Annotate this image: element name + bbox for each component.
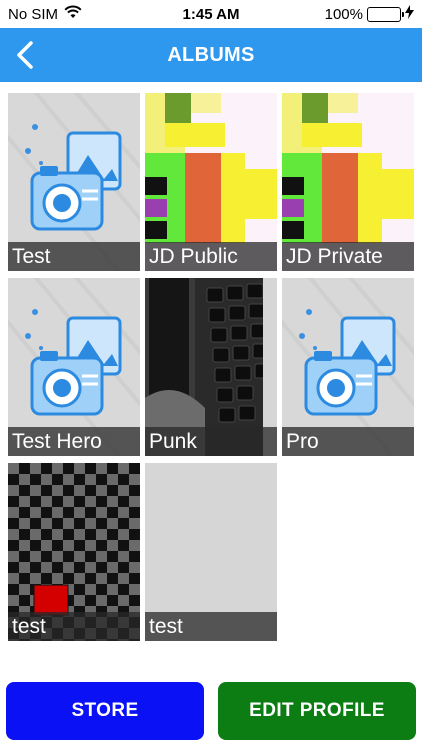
album-tile-test-blank[interactable]: test <box>145 463 277 641</box>
album-tile-jd-public[interactable]: JD Public <box>145 93 277 271</box>
album-title: test <box>8 612 140 641</box>
album-title: Punk <box>145 427 277 456</box>
album-tile-test-checkerboard[interactable]: test <box>8 463 140 641</box>
album-title: JD Private <box>282 242 414 271</box>
navigation-bar: ALBUMS <box>0 28 422 82</box>
album-tile-pro[interactable]: Pro <box>282 278 414 456</box>
page-title: ALBUMS <box>167 43 255 66</box>
battery-icon <box>367 6 404 22</box>
edit-profile-button[interactable]: EDIT PROFILE <box>218 682 416 740</box>
battery-percent: 100% <box>324 5 363 23</box>
carrier-label: No SIM <box>8 5 59 23</box>
back-button[interactable] <box>10 40 40 70</box>
album-title: Test Hero <box>8 427 140 456</box>
album-tile-jd-private[interactable]: JD Private <box>282 93 414 271</box>
album-title: Pro <box>282 427 414 456</box>
album-tile-punk[interactable]: Punk <box>145 278 277 456</box>
album-title: Test <box>8 242 140 271</box>
wifi-icon <box>64 5 82 23</box>
charging-icon <box>405 5 414 23</box>
chevron-left-icon <box>17 41 33 69</box>
store-button[interactable]: STORE <box>6 682 204 740</box>
album-tile-test-hero[interactable]: Test Hero <box>8 278 140 456</box>
album-tile-test[interactable]: Test <box>8 93 140 271</box>
album-title: test <box>145 612 277 641</box>
album-title: JD Public <box>145 242 277 271</box>
status-left: No SIM <box>8 5 82 23</box>
status-right: 100% <box>325 5 414 23</box>
status-bar: No SIM 1:45 AM 100% <box>0 0 422 28</box>
